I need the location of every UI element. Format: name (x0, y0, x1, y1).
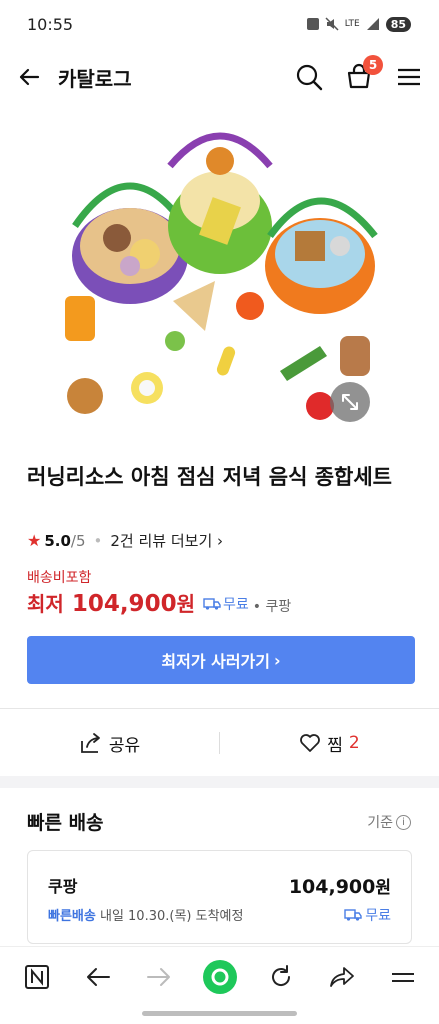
offer-price-currency: 원 (375, 878, 391, 898)
green-dot-button[interactable] (200, 957, 240, 997)
price-currency: 원 (176, 592, 195, 616)
network-label: LTE (344, 19, 360, 29)
naver-n-icon (24, 965, 49, 989)
nav-forward-icon (146, 968, 170, 986)
offer-free-shipping: 무료 (344, 905, 391, 925)
free-shipping-label: 무료 (222, 597, 249, 613)
lowest-price: 104,900 (71, 591, 177, 617)
arrival-date: 내일 10.30.(목) 도착예정 (99, 909, 244, 924)
expand-icon (342, 394, 358, 410)
nav-share-button[interactable] (322, 957, 362, 997)
fast-delivery-title: 빠른 배송 (27, 812, 104, 834)
free-shipping: 무료 (203, 594, 249, 614)
search-button[interactable] (295, 63, 323, 91)
mute-icon (325, 17, 339, 31)
share-button[interactable]: 공유 (0, 731, 219, 756)
product-title: 러닝리소스 아침 점심 저녁 음식 종합세트 (27, 465, 392, 489)
share-label: 공유 (108, 735, 141, 756)
chevron-right-icon: › (274, 650, 281, 670)
review-link[interactable]: 2건 리뷰 더보기 › (110, 530, 223, 551)
status-time: 10:55 (27, 14, 74, 34)
naver-home-button[interactable] (17, 957, 57, 997)
image-expand-button[interactable] (330, 382, 370, 422)
sort-basis-button[interactable]: 기준 i (367, 812, 411, 832)
refresh-button[interactable] (261, 957, 301, 997)
cart-button[interactable]: 5 (345, 55, 383, 91)
app-header: 카탈로그 5 (0, 52, 439, 102)
menu-button[interactable] (395, 63, 423, 91)
search-icon (296, 64, 323, 91)
action-row: 공유 찜 2 (0, 712, 439, 774)
notification-icon (306, 18, 319, 30)
buy-lowest-button[interactable]: 최저가 사러가기 › (27, 636, 415, 684)
rating-row: ★ 5.0 /5 • 2건 리뷰 더보기 › (27, 530, 223, 551)
refresh-icon (271, 965, 290, 986)
review-link-label: 2건 리뷰 더보기 (110, 532, 213, 550)
info-icon: i (396, 814, 411, 830)
offer-price-value: 104,900 (288, 876, 376, 898)
wish-label: 찜 (327, 735, 343, 756)
divider (0, 708, 439, 709)
truck-icon (344, 909, 362, 921)
nav-forward-button[interactable] (139, 957, 179, 997)
separator-dot: • (93, 531, 103, 550)
nav-menu-button[interactable] (383, 957, 423, 997)
nav-menu-icon (391, 973, 414, 982)
truck-icon (203, 598, 221, 610)
star-icon: ★ (27, 531, 42, 550)
fast-delivery-label: 빠른배송 (48, 909, 96, 924)
rating-max: /5 (70, 531, 86, 550)
home-green-icon (202, 960, 237, 994)
signal-icon (366, 18, 379, 30)
cart-count-badge: 5 (363, 55, 383, 75)
price-row: 최저 104,900 원 무료 • 쿠팡 (27, 588, 291, 617)
offer-card[interactable]: 쿠팡 104,900원 빠른배송 내일 10.30.(목) 도착예정 무료 (27, 850, 412, 944)
mall-name: • 쿠팡 (253, 596, 291, 616)
status-icons: LTE 85 (306, 16, 411, 32)
chevron-right-icon: › (212, 532, 224, 550)
lowest-label: 최저 (27, 592, 64, 616)
browser-bottom-nav (0, 946, 439, 1024)
sort-basis-label: 기준 (367, 815, 393, 831)
back-button[interactable] (16, 64, 42, 90)
nav-back-icon (86, 968, 110, 986)
delivery-info: 빠른배송 내일 10.30.(목) 도착예정 (48, 905, 391, 924)
rating-score: 5.0 (44, 531, 71, 550)
back-arrow-icon (19, 68, 40, 86)
buy-button-label: 최저가 사러가기 (161, 652, 271, 671)
page-title: 카탈로그 (58, 66, 132, 91)
offer-price: 104,900원 (289, 873, 391, 898)
mall-label: 쿠팡 (265, 599, 292, 615)
battery-indicator: 85 (385, 16, 411, 32)
separator-dot: • (252, 599, 266, 615)
nav-back-button[interactable] (78, 957, 118, 997)
status-bar: 10:55 LTE 85 (0, 0, 439, 48)
shipping-note: 배송비포함 (27, 570, 92, 586)
home-indicator[interactable] (142, 1011, 297, 1016)
menu-icon (398, 68, 420, 86)
nav-share-icon (329, 967, 354, 987)
heart-icon (300, 734, 321, 752)
wish-count: 2 (348, 733, 360, 753)
offer-free-label: 무료 (365, 908, 391, 924)
wish-button[interactable]: 찜 2 (220, 731, 439, 756)
share-icon (80, 733, 100, 753)
section-gap (0, 776, 439, 788)
